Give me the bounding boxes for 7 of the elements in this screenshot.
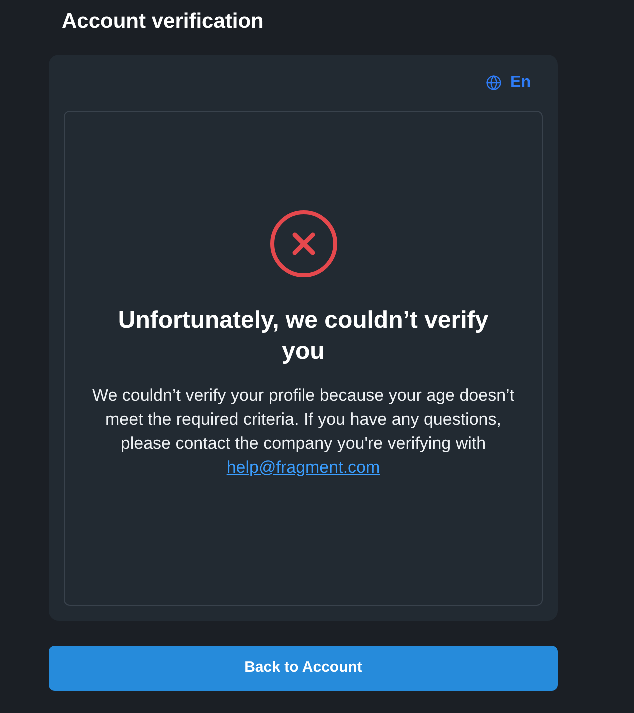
page-title: Account verification [62,9,264,35]
back-to-account-button[interactable]: Back to Account [49,646,558,691]
result-message: We couldn’t verify your profile because your age doesn’t meet the required criteria. If you have any questions, please contact the company you're verifying with help@fragment.com [91,385,516,479]
language-selector[interactable]: En [486,73,531,93]
contact-email-link[interactable]: help@fragment.com [226,458,380,477]
globe-icon [486,75,502,91]
result-heading: Unfortunately, we couldn’t verify you [117,306,490,367]
